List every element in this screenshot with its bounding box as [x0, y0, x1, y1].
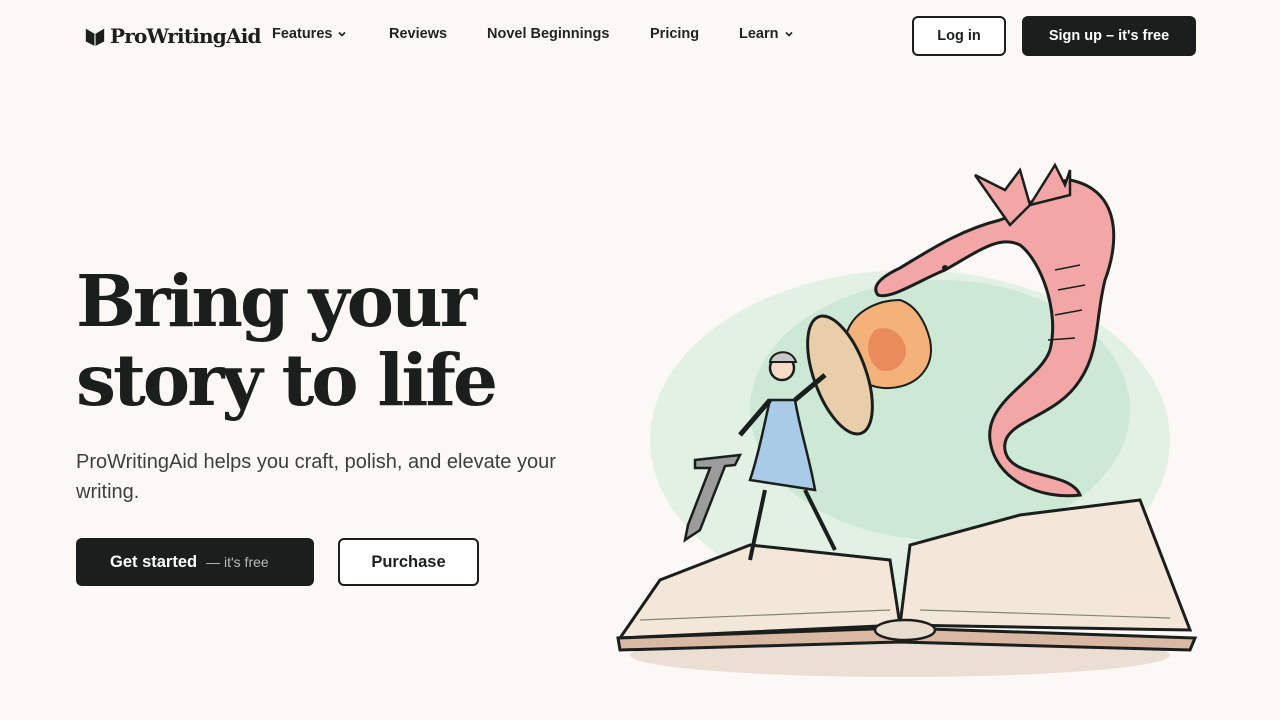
- dragon-knight-book-illustration: [616, 162, 1198, 677]
- hero-title: Bring your story to life: [76, 262, 596, 420]
- nav-item-novel-beginnings[interactable]: Novel Beginnings: [487, 26, 609, 42]
- nav-item-label: Learn: [739, 26, 779, 42]
- get-started-suffix: — it's free: [206, 554, 269, 570]
- get-started-label: Get started: [110, 552, 198, 571]
- hero-title-line-1: Bring your: [76, 259, 477, 343]
- chevron-down-icon: [338, 31, 347, 37]
- get-started-button[interactable]: Get started — it's free: [76, 538, 314, 586]
- nav-item-features[interactable]: Features: [272, 26, 347, 42]
- nav-item-pricing[interactable]: Pricing: [650, 26, 699, 42]
- nav-item-label: Pricing: [650, 26, 700, 42]
- nav-item-label: Reviews: [389, 26, 448, 42]
- top-navigation: ProWritingAid Features Reviews Novel Beg…: [0, 0, 1280, 72]
- book-heart-icon: [85, 28, 105, 47]
- brand-name: ProWritingAid: [110, 24, 261, 48]
- chevron-down-icon: [784, 31, 793, 37]
- nav-item-label: Novel Beginnings: [487, 26, 610, 42]
- nav-item-label: Features: [272, 26, 333, 42]
- brand-logo[interactable]: ProWritingAid: [84, 23, 261, 49]
- purchase-button[interactable]: Purchase: [338, 538, 479, 586]
- hero-subtitle: ProWritingAid helps you craft, polish, a…: [76, 451, 556, 503]
- signup-button[interactable]: Sign up – it's free: [1022, 16, 1196, 56]
- hero-title-line-2: story to life: [76, 338, 498, 422]
- nav-item-reviews[interactable]: Reviews: [389, 26, 447, 42]
- login-button[interactable]: Log in: [912, 16, 1006, 56]
- nav-item-learn[interactable]: Learn: [739, 26, 794, 42]
